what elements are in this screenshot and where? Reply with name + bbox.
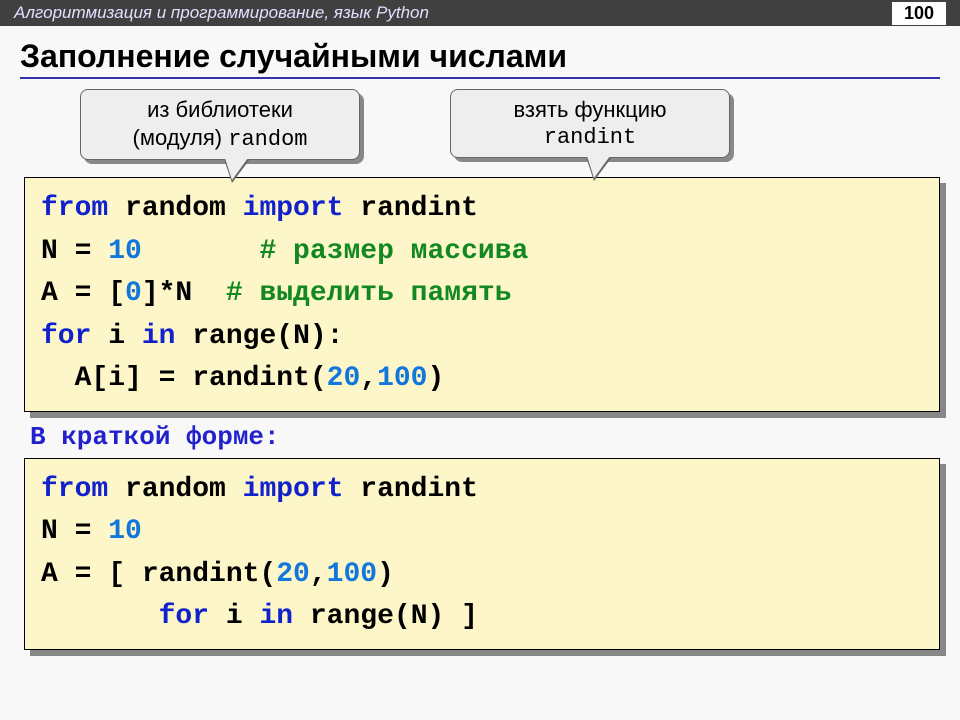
page-number: 100 (892, 2, 946, 25)
slide-body: Заполнение случайными числами из библиот… (0, 38, 960, 650)
code-block-short: from random import randint N = 10 A = [ … (24, 458, 940, 650)
callouts-row: из библиотеки (модуля) random взять функ… (20, 85, 940, 171)
code-block-long: from random import randint N = 10 # разм… (24, 177, 940, 412)
slide-header: Алгоритмизация и программирование, язык … (0, 0, 960, 26)
callout-library: из библиотеки (модуля) random (80, 89, 360, 160)
callout-line: из библиотеки (99, 96, 341, 124)
callout-line: взять функцию (469, 96, 711, 124)
callout-line: (модуля) random (99, 124, 341, 154)
header-title: Алгоритмизация и программирование, язык … (14, 3, 429, 23)
subheader: В краткой форме: (30, 422, 940, 452)
callout-line: randint (469, 124, 711, 152)
callout-function: взять функцию randint (450, 89, 730, 158)
slide-title: Заполнение случайными числами (20, 38, 940, 79)
